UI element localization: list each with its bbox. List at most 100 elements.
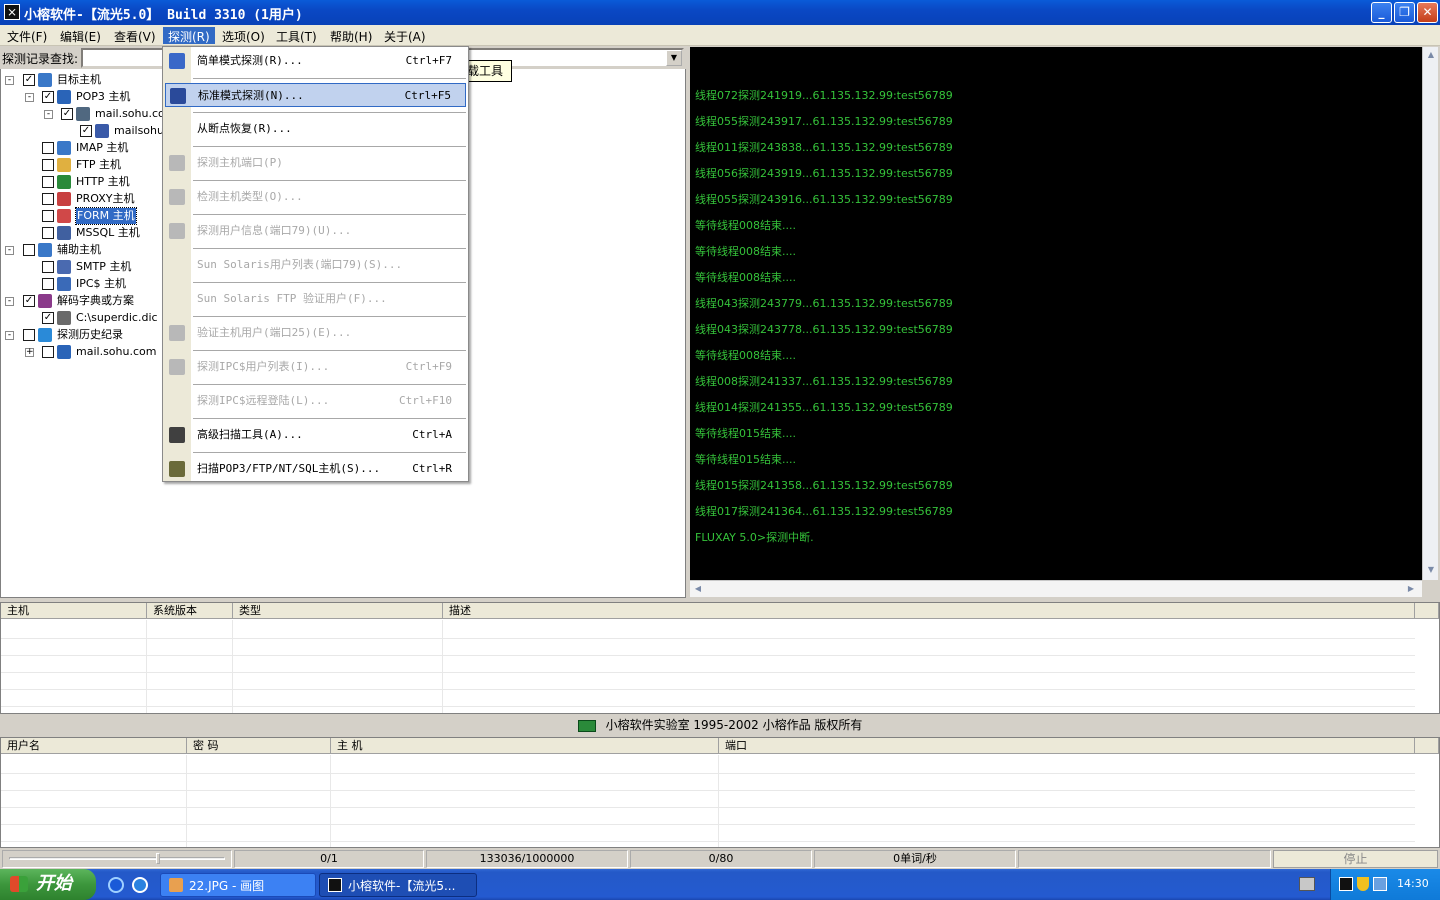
menu-help[interactable]: 帮助(H) — [325, 27, 377, 44]
clock[interactable]: 14:30 — [1397, 877, 1429, 890]
browser-icon[interactable] — [132, 877, 148, 893]
tree-checkbox[interactable] — [42, 278, 54, 290]
shield-icon[interactable] — [1357, 877, 1369, 891]
minimize-button[interactable]: _ — [1371, 2, 1392, 23]
probe-menu-item[interactable]: 探测IPC$用户列表(I)... Ctrl+F9 — [165, 355, 466, 379]
column-header-desc[interactable]: 描述 — [443, 603, 1415, 619]
tree-checkbox[interactable] — [42, 227, 54, 239]
tree-checkbox[interactable]: ✓ — [42, 312, 54, 324]
tree-item[interactable]: - 辅助主机 — [0, 242, 165, 259]
tree-checkbox[interactable]: ✓ — [23, 74, 35, 86]
scroll-down-icon[interactable]: ▼ — [1424, 563, 1438, 577]
tree-item[interactable]: ✓ C:\superdic.dic — [0, 310, 165, 327]
console-horizontal-scrollbar[interactable]: ◀ ▶ — [690, 580, 1422, 597]
tree-item[interactable]: - ✓ POP3 主机 — [0, 89, 165, 106]
tree-item[interactable]: - ✓ 目标主机 — [0, 72, 165, 89]
maximize-button[interactable]: ❐ — [1394, 2, 1415, 23]
progress-slider[interactable] — [2, 850, 232, 868]
menu-item-shortcut: Ctrl+R — [412, 462, 452, 475]
probe-menu-item[interactable]: Sun Solaris用户列表(端口79)(S)... — [165, 253, 466, 277]
app-icon[interactable]: ⨯ — [4, 4, 20, 20]
tree-checkbox[interactable]: ✓ — [80, 125, 92, 137]
tree-item[interactable]: HTTP 主机 — [0, 174, 165, 191]
probe-menu: 简单模式探测(R)... Ctrl+F7 标准模式探测(N)... Ctrl+F5 从断… — [162, 46, 469, 482]
scroll-up-icon[interactable]: ▲ — [1424, 48, 1438, 62]
probe-menu-item[interactable]: 标准模式探测(N)... Ctrl+F5 — [165, 83, 466, 107]
menu-about[interactable]: 关于(A) — [379, 27, 431, 44]
company-logo-icon — [577, 719, 596, 732]
menu-separator — [193, 146, 466, 147]
menu-tools[interactable]: 工具(T) — [271, 27, 322, 44]
probe-menu-item[interactable]: Sun Solaris FTP 验证用户(F)... — [165, 287, 466, 311]
tree-checkbox[interactable] — [23, 329, 35, 341]
tree-checkbox[interactable] — [42, 210, 54, 222]
ie-icon[interactable] — [108, 877, 124, 893]
probe-menu-item[interactable]: 高级扫描工具(A)... Ctrl+A — [165, 423, 466, 447]
expand-icon[interactable]: + — [25, 348, 34, 357]
probe-menu-item[interactable]: 扫描POP3/FTP/NT/SQL主机(S)... Ctrl+R — [165, 457, 466, 481]
tree-checkbox[interactable] — [42, 142, 54, 154]
tree-checkbox[interactable]: ✓ — [23, 295, 35, 307]
stop-button[interactable]: 停止 — [1273, 850, 1438, 868]
collapse-icon[interactable]: - — [5, 297, 14, 306]
tree-checkbox[interactable] — [42, 159, 54, 171]
fluxay-tray-icon[interactable] — [1339, 877, 1353, 891]
column-header-password[interactable]: 密 码 — [187, 738, 331, 754]
tree-item[interactable]: ✓ mailsohu1 — [0, 123, 171, 140]
tree-checkbox[interactable] — [42, 193, 54, 205]
column-header-type[interactable]: 类型 — [233, 603, 443, 619]
collapse-icon[interactable]: - — [5, 331, 14, 340]
probe-menu-item[interactable]: 从断点恢复(R)... — [165, 117, 466, 141]
tree-checkbox[interactable] — [23, 244, 35, 256]
menu-file[interactable]: 文件(F) — [2, 27, 52, 44]
probe-menu-item[interactable]: 探测用户信息(端口79)(U)... — [165, 219, 466, 243]
tree-checkbox[interactable] — [42, 176, 54, 188]
column-header-host[interactable]: 主 机 — [331, 738, 719, 754]
tree-item[interactable]: + mail.sohu.com — [0, 344, 165, 361]
tree-item[interactable]: - ✓ 解码字典或方案 — [0, 293, 165, 310]
tree-item[interactable]: IMAP 主机 — [0, 140, 165, 157]
probe-menu-item[interactable]: 简单模式探测(R)... Ctrl+F7 — [165, 49, 466, 73]
tree-item[interactable]: SMTP 主机 — [0, 259, 165, 276]
menu-options[interactable]: 选项(O) — [217, 27, 270, 44]
tree-item[interactable]: IPC$ 主机 — [0, 276, 165, 293]
column-header-os[interactable]: 系统版本 — [147, 603, 233, 619]
column-header-port[interactable]: 端口 — [719, 738, 1415, 754]
collapse-icon[interactable]: - — [44, 110, 53, 119]
close-button[interactable]: ✕ — [1417, 2, 1438, 23]
tree-item[interactable]: FORM 主机 — [0, 207, 165, 225]
menu-view[interactable]: 查看(V) — [109, 27, 161, 44]
menu-probe[interactable]: 探测(R) — [163, 27, 215, 44]
tree-checkbox[interactable]: ✓ — [61, 108, 73, 120]
title-bar[interactable]: ⨯ 小榕软件-【流光5.0】 Build 3310 (1用户) _ ❐ ✕ — [0, 0, 1440, 25]
task-fluxay[interactable]: 小榕软件-【流光5... — [319, 873, 477, 897]
probe-menu-item[interactable]: 验证主机用户(端口25)(E)... — [165, 321, 466, 345]
probe-menu-item[interactable]: 探测主机端口(P) — [165, 151, 466, 175]
menu-edit[interactable]: 编辑(E) — [55, 27, 106, 44]
scroll-right-icon[interactable]: ▶ — [1404, 582, 1418, 596]
column-header-host[interactable]: 主机 — [1, 603, 147, 619]
dropdown-arrow-icon[interactable]: ▼ — [666, 50, 682, 66]
tree-item[interactable]: MSSQL 主机 — [0, 225, 165, 242]
collapse-icon[interactable]: - — [5, 246, 14, 255]
tree-checkbox[interactable] — [42, 346, 54, 358]
network-icon[interactable] — [1373, 877, 1387, 891]
column-header-username[interactable]: 用户名 — [1, 738, 187, 754]
tree-item[interactable]: - ✓ mail.sohu.com — [0, 106, 175, 123]
host-type-icon — [38, 328, 52, 342]
scroll-left-icon[interactable]: ◀ — [691, 582, 705, 596]
start-button[interactable]: 开始 — [0, 869, 96, 900]
collapse-icon[interactable]: - — [25, 93, 34, 102]
tree-checkbox[interactable]: ✓ — [42, 91, 54, 103]
tree-item[interactable]: - 探测历史纪录 — [0, 327, 165, 344]
probe-menu-item[interactable]: 检测主机类型(O)... — [165, 185, 466, 209]
collapse-icon[interactable]: - — [5, 76, 14, 85]
keyboard-icon[interactable] — [1299, 877, 1315, 891]
menu-item-label: 标准模式探测(N)... — [198, 89, 304, 102]
console-vertical-scrollbar[interactable]: ▲ ▼ — [1422, 47, 1438, 580]
tree-item[interactable]: FTP 主机 — [0, 157, 165, 174]
task-paint[interactable]: 22.JPG - 画图 — [160, 873, 316, 897]
tree-item[interactable]: PROXY主机 — [0, 191, 165, 208]
tree-checkbox[interactable] — [42, 261, 54, 273]
probe-menu-item[interactable]: 探测IPC$远程登陆(L)... Ctrl+F10 — [165, 389, 466, 413]
